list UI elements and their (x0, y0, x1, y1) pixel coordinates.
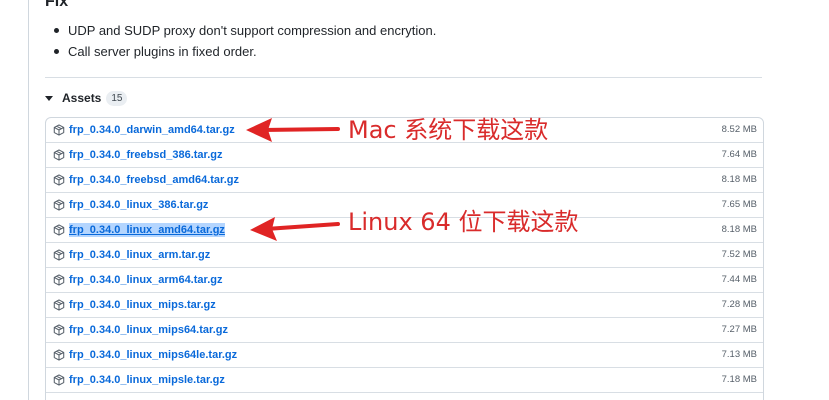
asset-size: 7.18 MB (721, 374, 757, 385)
asset-link[interactable]: frp_0.34.0_linux_amd64.tar.gz (69, 223, 225, 237)
package-icon (53, 349, 65, 361)
asset-size: 7.52 MB (721, 249, 757, 260)
release-page: Fix UDP and SUDP proxy don't support com… (0, 0, 829, 400)
fix-heading: Fix (45, 0, 69, 10)
bullet-icon (54, 28, 59, 33)
assets-list: frp_0.34.0_darwin_amd64.tar.gz 8.52 MB frp… (45, 117, 764, 400)
asset-link[interactable]: frp_0.34.0_linux_arm.tar.gz (69, 248, 210, 262)
asset-size: 7.44 MB (721, 274, 757, 285)
asset-size: 7.28 MB (721, 299, 757, 310)
fix-item: Call server plugins in fixed order. (45, 41, 436, 62)
asset-link[interactable]: frp_0.34.0_linux_mips64le.tar.gz (69, 348, 237, 362)
linux-annotation: Linux 64 位下载这款 (348, 208, 579, 236)
asset-size: 8.18 MB (721, 224, 757, 235)
fix-list: UDP and SUDP proxy don't support compres… (45, 20, 436, 62)
asset-size: 7.65 MB (721, 199, 757, 210)
asset-row: frp_0.34.0_linux_mips64.tar.gz 7.27 MB (46, 318, 763, 343)
fix-item-text: UDP and SUDP proxy don't support compres… (68, 23, 437, 38)
asset-link[interactable]: frp_0.34.0_linux_arm64.tar.gz (69, 273, 222, 287)
asset-row: frp_0.34.0_linux_mips64le.tar.gz 7.13 MB (46, 343, 763, 368)
assets-count-badge: 15 (106, 90, 128, 106)
package-icon (53, 174, 65, 186)
asset-link[interactable]: frp_0.34.0_darwin_amd64.tar.gz (69, 123, 235, 137)
package-icon (53, 274, 65, 286)
asset-row: frp_0.34.0_linux_arm64.tar.gz 7.44 MB (46, 268, 763, 293)
asset-row: frp_0.34.0_freebsd_amd64.tar.gz 8.18 MB (46, 168, 763, 193)
package-icon (53, 149, 65, 161)
asset-size: 7.27 MB (721, 324, 757, 335)
package-icon (53, 324, 65, 336)
package-icon (53, 224, 65, 236)
asset-row: frp_0.34.0_linux_mipsle.tar.gz 7.18 MB (46, 368, 763, 393)
asset-link[interactable]: frp_0.34.0_linux_386.tar.gz (69, 198, 208, 212)
asset-link[interactable]: frp_0.34.0_linux_mips.tar.gz (69, 298, 216, 312)
assets-toggle[interactable]: Assets 15 (45, 89, 128, 107)
bullet-icon (54, 49, 59, 54)
asset-row: frp_0.34.0_linux_arm.tar.gz 7.52 MB (46, 243, 763, 268)
asset-size: 8.52 MB (721, 124, 757, 135)
asset-row: frp_0.34.0_linux_mips.tar.gz 7.28 MB (46, 293, 763, 318)
mac-annotation: Mac 系统下载这款 (348, 116, 549, 144)
asset-size: 7.13 MB (721, 349, 757, 360)
asset-link[interactable]: frp_0.34.0_linux_mipsle.tar.gz (69, 373, 225, 387)
timeline-rule (28, 0, 29, 400)
assets-title: Assets (62, 91, 102, 105)
package-icon (53, 249, 65, 261)
asset-size: 8.18 MB (721, 174, 757, 185)
fix-item: UDP and SUDP proxy don't support compres… (45, 20, 436, 41)
asset-size: 7.64 MB (721, 149, 757, 160)
package-icon (53, 299, 65, 311)
package-icon (53, 374, 65, 386)
asset-link[interactable]: frp_0.34.0_linux_mips64.tar.gz (69, 323, 228, 337)
caret-down-icon[interactable] (45, 95, 53, 101)
asset-link[interactable]: frp_0.34.0_freebsd_386.tar.gz (69, 148, 222, 162)
package-icon (53, 199, 65, 211)
fix-item-text: Call server plugins in fixed order. (68, 44, 257, 59)
package-icon (53, 124, 65, 136)
section-divider (45, 77, 762, 78)
asset-link[interactable]: frp_0.34.0_freebsd_amd64.tar.gz (69, 173, 239, 187)
asset-row: frp_0.34.0_freebsd_386.tar.gz 7.64 MB (46, 143, 763, 168)
